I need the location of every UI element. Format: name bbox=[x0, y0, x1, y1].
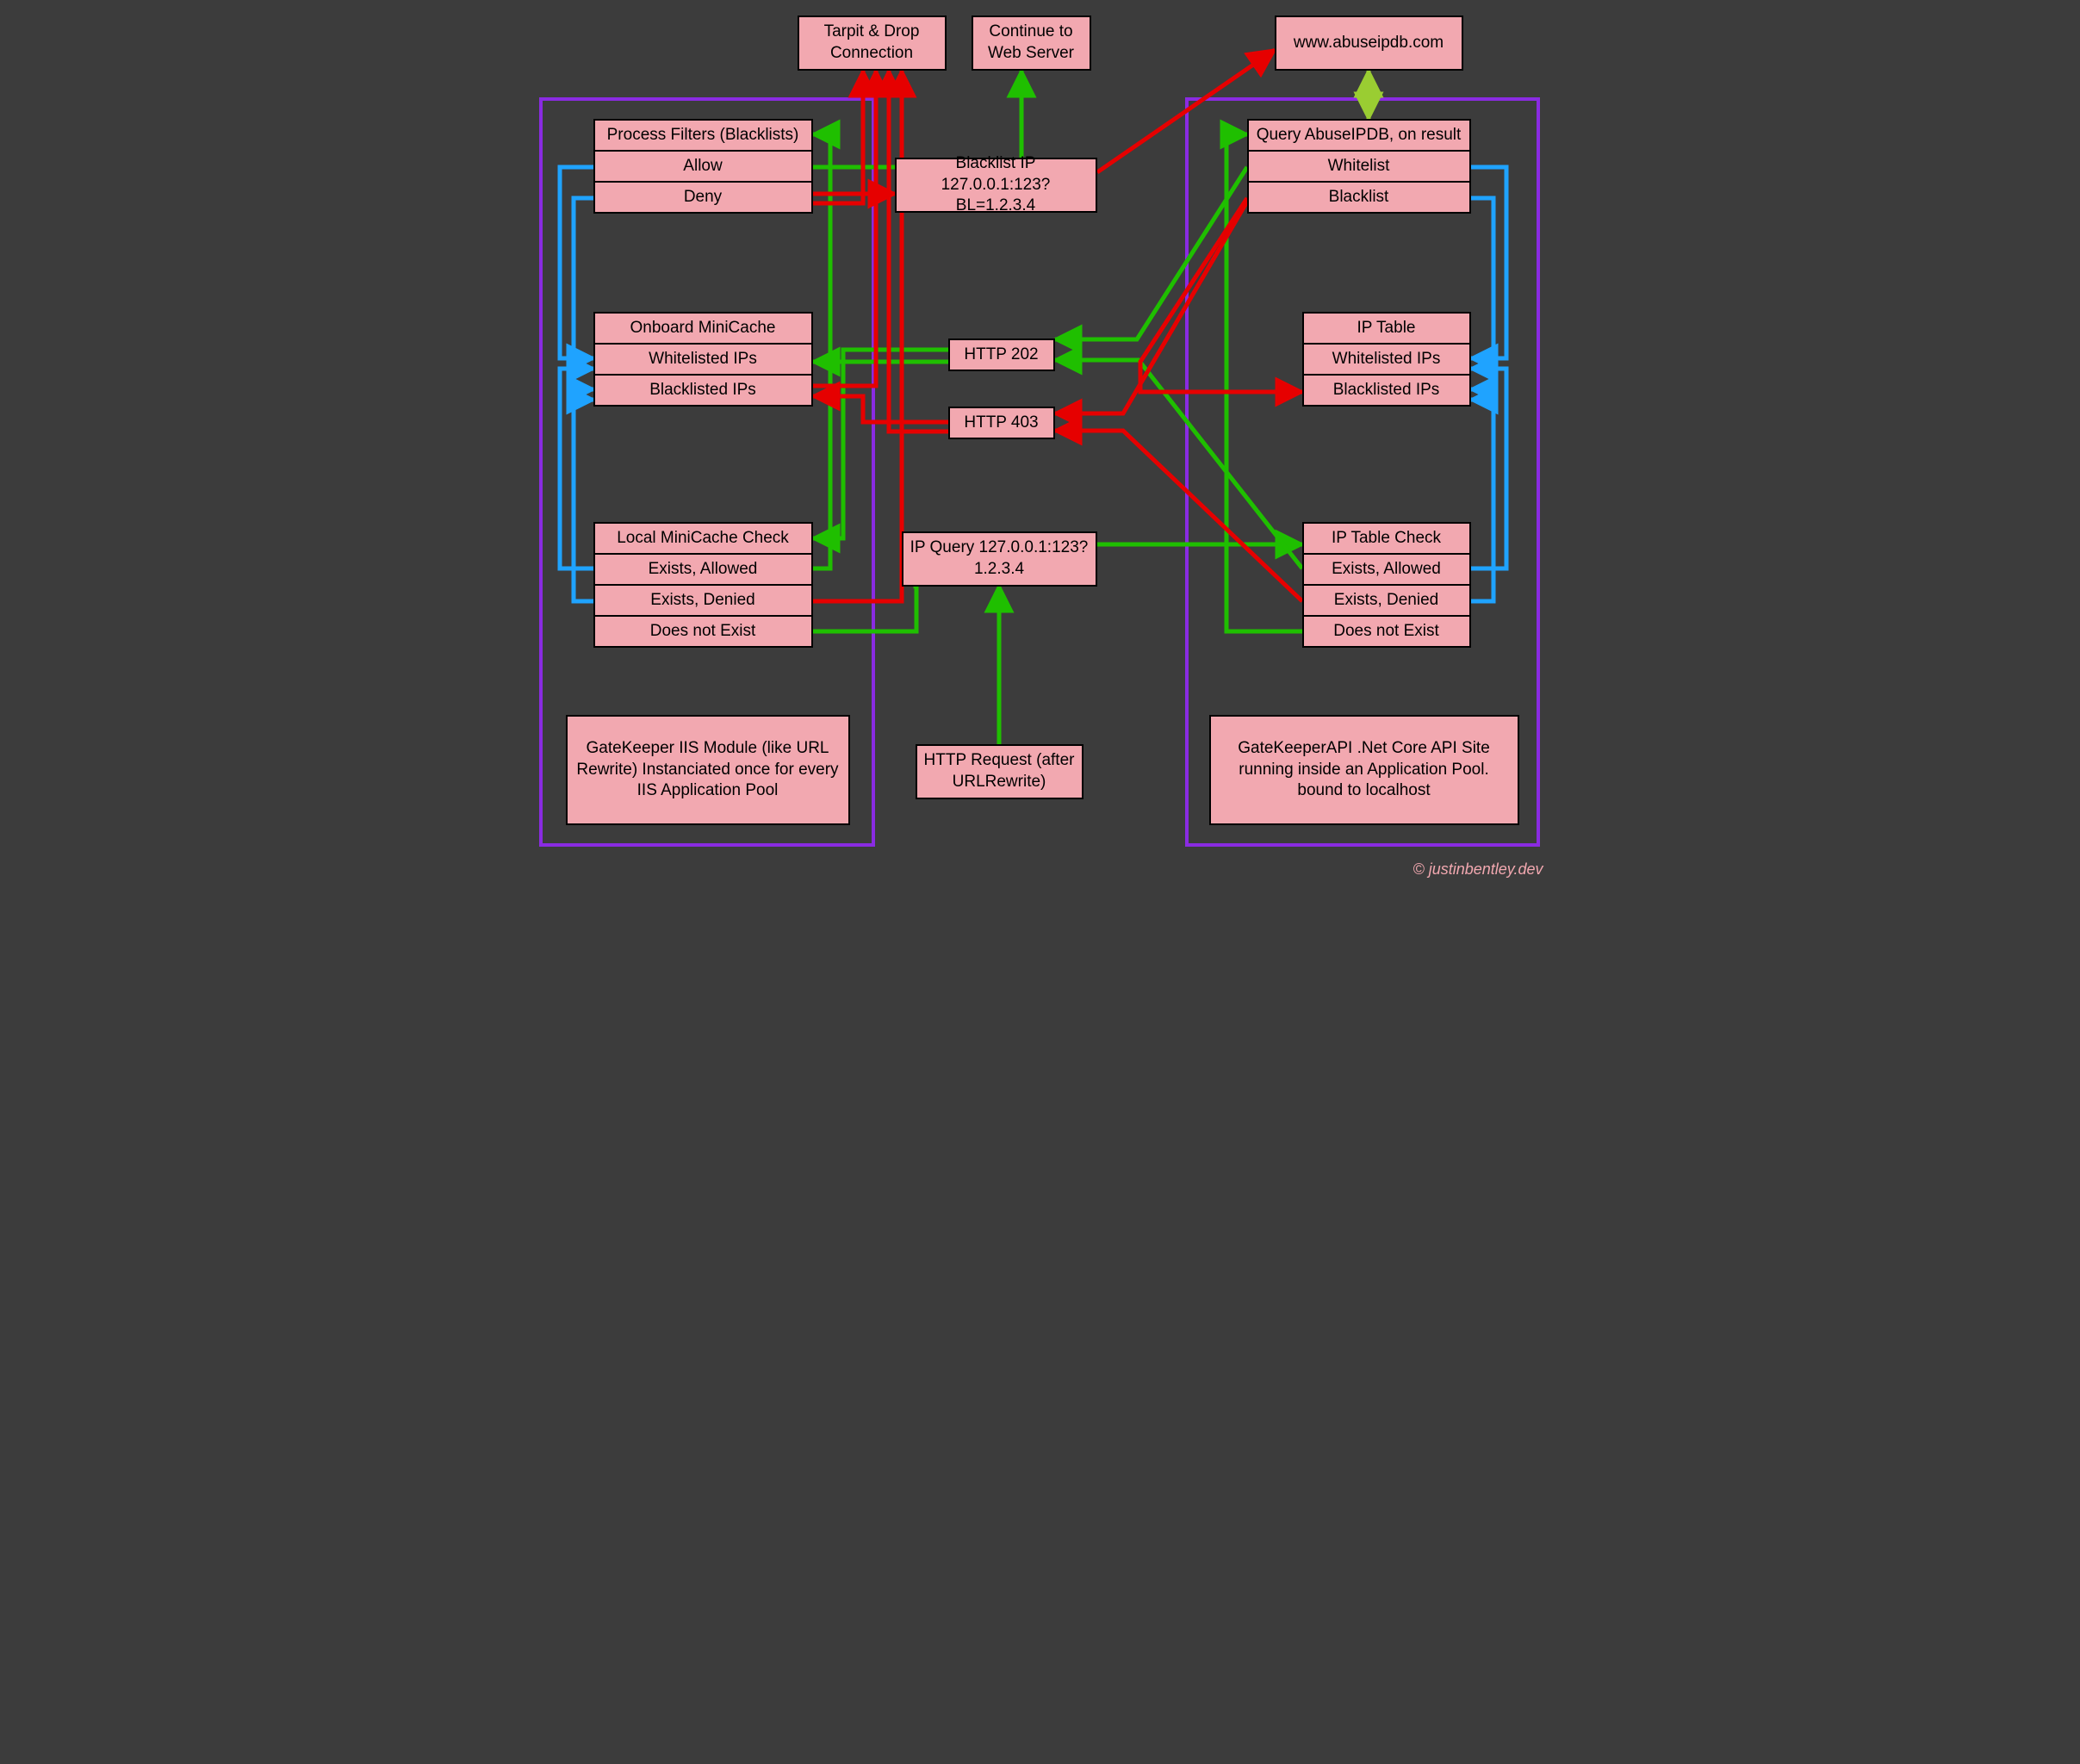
ip-query-box: IP Query 127.0.0.1:123?1.2.3.4 bbox=[902, 531, 1097, 587]
iptable-title: IP Table bbox=[1302, 312, 1471, 345]
iptable-check-denied: Exists, Denied bbox=[1302, 584, 1471, 617]
tarpit-box: Tarpit & Drop Connection bbox=[798, 16, 947, 71]
process-filters-allow: Allow bbox=[593, 150, 813, 183]
iptable-bl: Blacklisted IPs bbox=[1302, 374, 1471, 407]
process-filters-deny: Deny bbox=[593, 181, 813, 214]
minicache-stack: Onboard MiniCache Whitelisted IPs Blackl… bbox=[593, 312, 813, 407]
continue-box: Continue to Web Server bbox=[972, 16, 1091, 71]
iptable-check-title: IP Table Check bbox=[1302, 522, 1471, 555]
minicache-check-missing: Does not Exist bbox=[593, 615, 813, 648]
query-abuse-stack: Query AbuseIPDB, on result Whitelist Bla… bbox=[1247, 119, 1471, 214]
iptable-wl: Whitelisted IPs bbox=[1302, 343, 1471, 376]
http-202-box: HTTP 202 bbox=[948, 339, 1055, 371]
http-403-box: HTTP 403 bbox=[948, 407, 1055, 439]
abuseipdb-box: www.abuseipdb.com bbox=[1275, 16, 1463, 71]
minicache-wl: Whitelisted IPs bbox=[593, 343, 813, 376]
query-abuse-title: Query AbuseIPDB, on result bbox=[1247, 119, 1471, 152]
left-desc: GateKeeper IIS Module (like URL Rewrite)… bbox=[566, 715, 850, 825]
iptable-check-missing: Does not Exist bbox=[1302, 615, 1471, 648]
minicache-bl: Blacklisted IPs bbox=[593, 374, 813, 407]
query-abuse-wl: Whitelist bbox=[1247, 150, 1471, 183]
minicache-title: Onboard MiniCache bbox=[593, 312, 813, 345]
minicache-check-denied: Exists, Denied bbox=[593, 584, 813, 617]
minicache-check-title: Local MiniCache Check bbox=[593, 522, 813, 555]
iptable-check-stack: IP Table Check Exists, Allowed Exists, D… bbox=[1302, 522, 1471, 648]
process-filters-stack: Process Filters (Blacklists) Allow Deny bbox=[593, 119, 813, 214]
iptable-stack: IP Table Whitelisted IPs Blacklisted IPs bbox=[1302, 312, 1471, 407]
blacklist-ip-box: Blacklist IP 127.0.0.1:123?BL=1.2.3.4 bbox=[895, 158, 1097, 213]
iptable-check-allowed: Exists, Allowed bbox=[1302, 553, 1471, 586]
query-abuse-bl: Blacklist bbox=[1247, 181, 1471, 214]
minicache-check-allowed: Exists, Allowed bbox=[593, 553, 813, 586]
right-desc: GateKeeperAPI .Net Core API Site running… bbox=[1209, 715, 1519, 825]
http-request-box: HTTP Request (after URLRewrite) bbox=[916, 744, 1083, 799]
process-filters-title: Process Filters (Blacklists) bbox=[593, 119, 813, 152]
diagram-canvas: Tarpit & Drop Connection Continue to Web… bbox=[520, 0, 1561, 882]
minicache-check-stack: Local MiniCache Check Exists, Allowed Ex… bbox=[593, 522, 813, 648]
credit-text: © justinbentley.dev bbox=[1413, 860, 1543, 879]
